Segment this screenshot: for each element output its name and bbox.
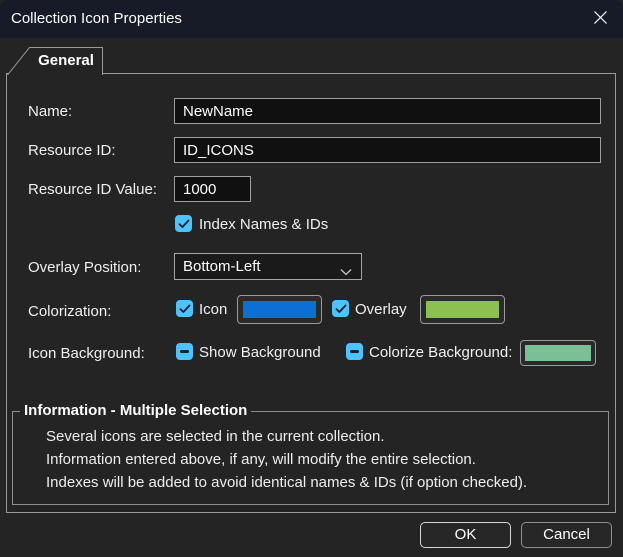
tab-general[interactable]: General bbox=[7, 47, 103, 75]
colorize-overlay-checkbox[interactable] bbox=[332, 300, 349, 317]
overlay-color-swatch bbox=[426, 301, 499, 318]
checkmark-icon bbox=[178, 219, 190, 229]
info-line-2: Information entered above, if any, will … bbox=[46, 451, 476, 468]
colorize-overlay-label[interactable]: Overlay bbox=[355, 300, 407, 320]
name-input[interactable] bbox=[174, 98, 601, 124]
chevron-down-icon bbox=[340, 263, 352, 280]
window-title: Collection Icon Properties bbox=[11, 10, 182, 27]
info-line-3: Indexes will be added to avoid identical… bbox=[46, 474, 528, 491]
icon-color-swatch bbox=[243, 301, 316, 318]
overlay-color-swatch-button[interactable] bbox=[420, 295, 505, 324]
colorize-icon-checkbox[interactable] bbox=[176, 300, 193, 317]
close-icon bbox=[593, 10, 608, 29]
resource-id-value-label: Resource ID Value: bbox=[28, 181, 157, 198]
show-background-label[interactable]: Show Background bbox=[199, 343, 321, 363]
checkmark-icon bbox=[179, 304, 191, 314]
resource-id-value-input[interactable] bbox=[174, 176, 251, 202]
collection-icon-properties-dialog: { "window": { "title": "Collection Icon … bbox=[0, 0, 623, 557]
colorize-icon-label[interactable]: Icon bbox=[199, 300, 227, 320]
indeterminate-dash-icon bbox=[180, 350, 189, 353]
tab-general-label: General bbox=[38, 52, 94, 69]
colorize-background-label[interactable]: Colorize Background: bbox=[369, 343, 512, 363]
index-names-checkbox[interactable] bbox=[175, 215, 192, 232]
background-color-swatch bbox=[525, 345, 591, 361]
show-background-checkbox[interactable] bbox=[176, 343, 193, 360]
resource-id-input[interactable] bbox=[174, 137, 601, 163]
name-label: Name: bbox=[28, 103, 73, 120]
colorize-background-checkbox[interactable] bbox=[346, 343, 363, 360]
overlay-position-value: Bottom-Left bbox=[183, 258, 261, 275]
indeterminate-dash-icon bbox=[350, 350, 359, 353]
background-color-swatch-button[interactable] bbox=[520, 340, 596, 366]
overlay-position-label: Overlay Position: bbox=[28, 259, 142, 276]
resource-id-label: Resource ID: bbox=[28, 142, 116, 159]
cancel-button[interactable]: Cancel bbox=[521, 522, 612, 548]
title-bar: Collection Icon Properties bbox=[0, 0, 623, 38]
close-button[interactable] bbox=[585, 4, 615, 34]
index-names-label[interactable]: Index Names & IDs bbox=[199, 215, 328, 235]
colorization-label: Colorization: bbox=[28, 303, 112, 320]
icon-color-swatch-button[interactable] bbox=[237, 295, 322, 324]
checkmark-icon bbox=[335, 304, 347, 314]
overlay-position-select[interactable]: Bottom-Left bbox=[174, 253, 362, 280]
ok-button[interactable]: OK bbox=[420, 522, 511, 548]
info-line-1: Several icons are selected in the curren… bbox=[46, 428, 385, 445]
information-group-title: Information - Multiple Selection bbox=[20, 402, 252, 420]
icon-background-label: Icon Background: bbox=[28, 345, 145, 362]
